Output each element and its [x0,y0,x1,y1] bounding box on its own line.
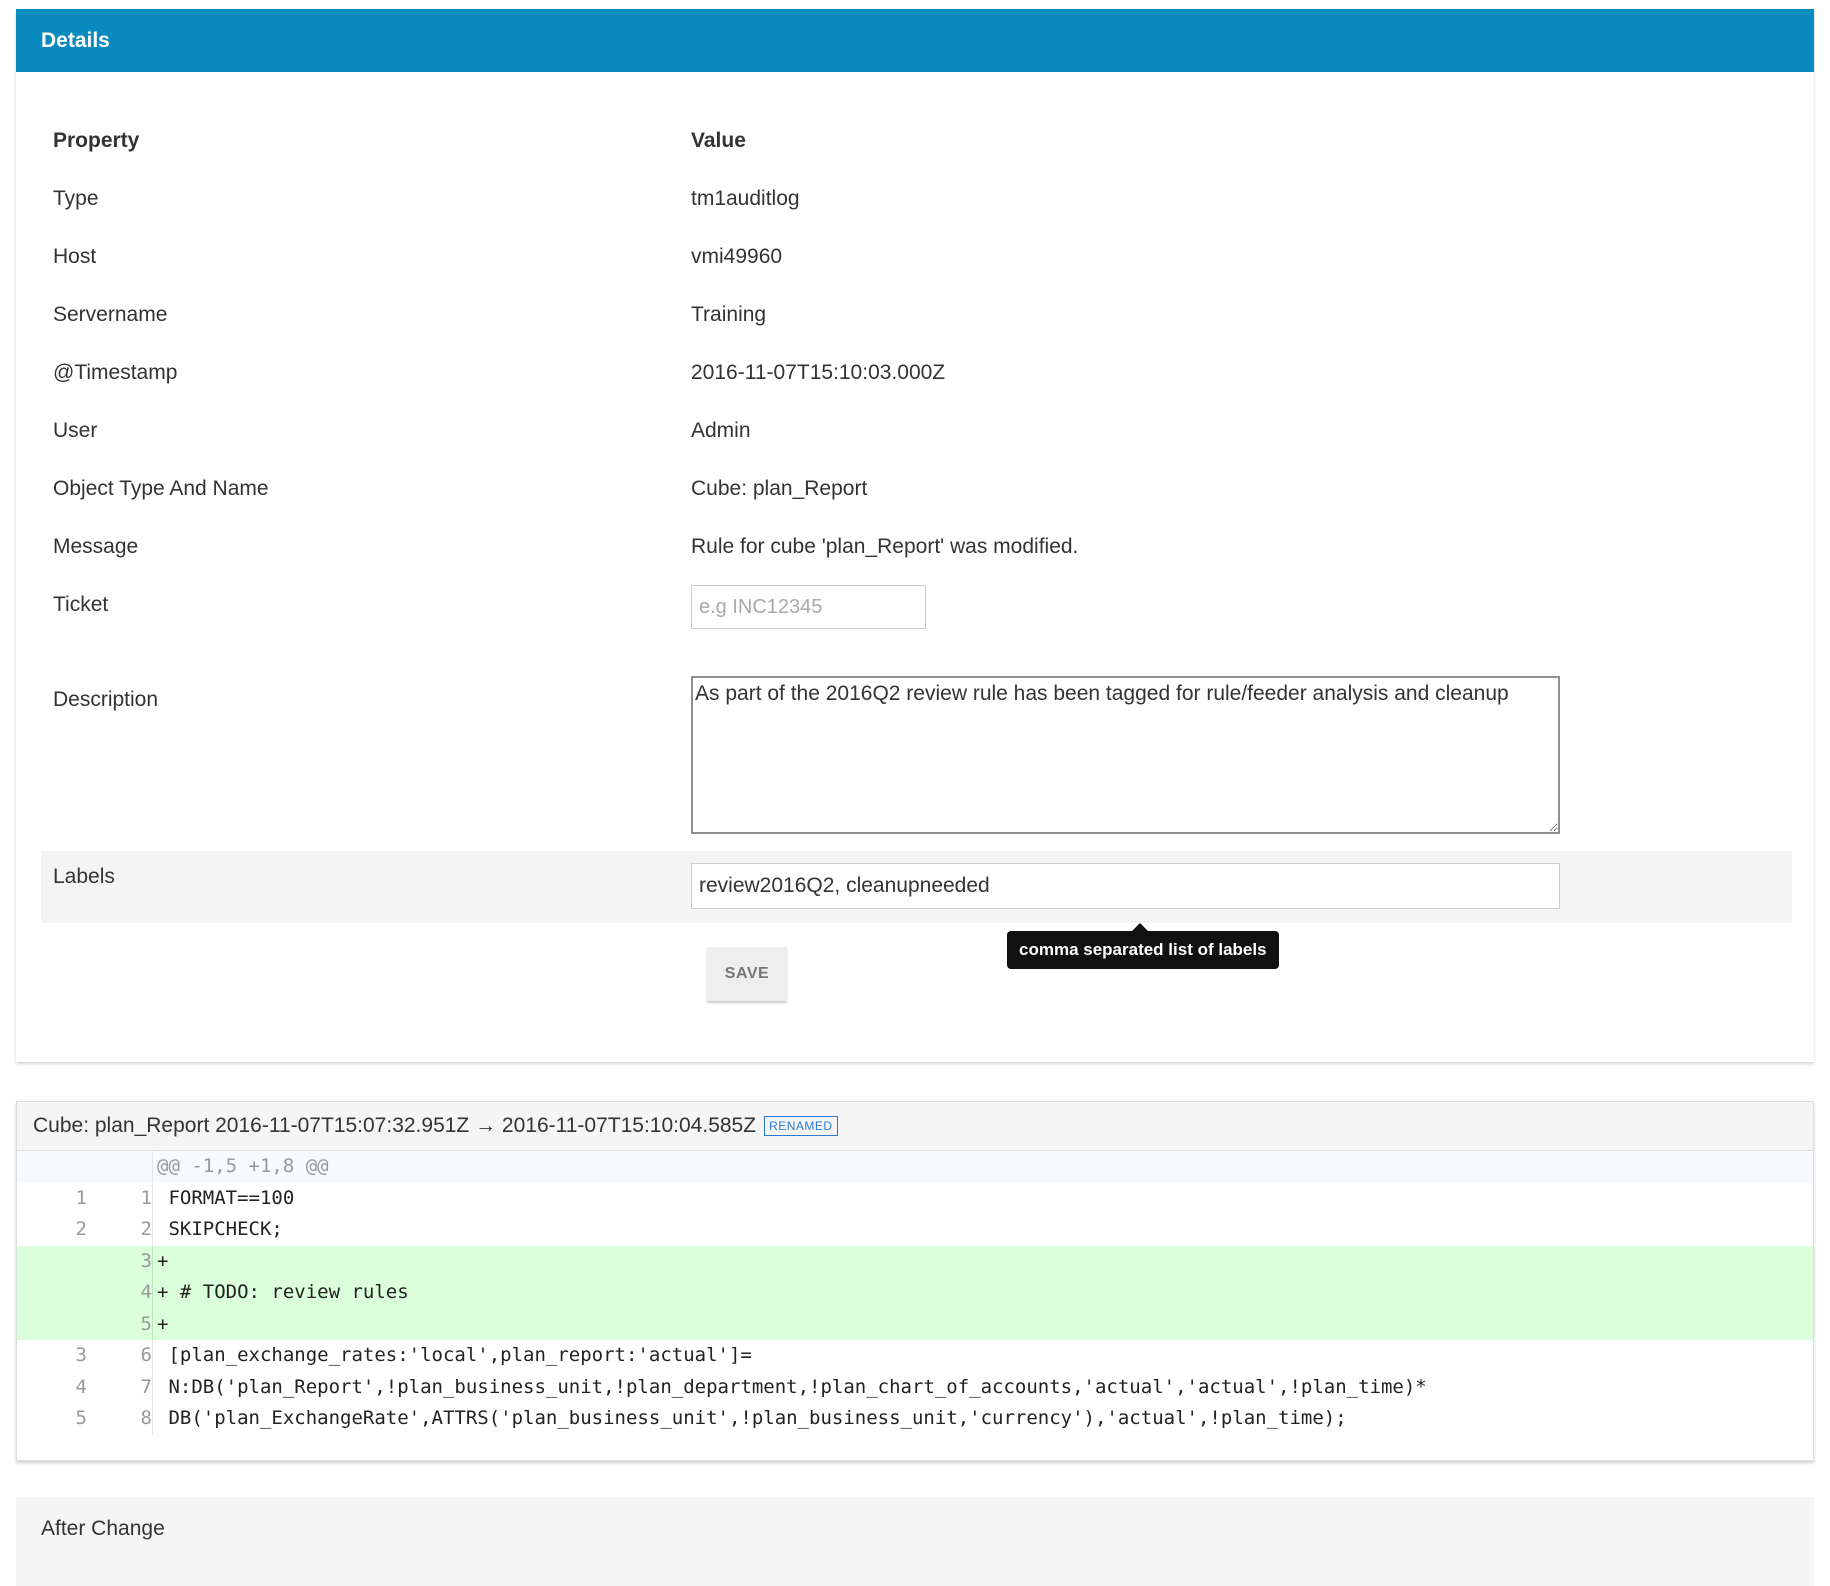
property-value: Cube: plan_Report [691,477,868,500]
old-line-number: 2 [75,1218,87,1240]
old-line-number: 3 [75,1344,87,1366]
table-row: Host vmi49960 [41,231,1792,289]
diff-title: Cube: plan_Report 2016-11-07T15:07:32.95… [33,1114,757,1137]
table-row: Type tm1auditlog [41,173,1792,231]
new-line-number: 6 [87,1340,153,1372]
old-line-number [17,1277,87,1309]
value-column-header: Value [691,129,746,152]
old-line-number [17,1246,87,1278]
save-button[interactable]: SAVE [707,947,787,1001]
ticket-input[interactable] [691,585,926,629]
table-row: Object Type And Name Cube: plan_Report [41,463,1792,521]
property-key: @Timestamp [53,361,178,384]
property-key: Message [53,535,139,558]
after-change-panel: After Change [16,1497,1814,1586]
diff-line-code: SKIPCHECK; [157,1218,283,1240]
details-header: Details [16,9,1814,72]
after-change-title: After Change [41,1516,165,1540]
old-line-number: 5 [75,1407,87,1429]
new-line-number: 2 [87,1214,153,1246]
diff-line-added: 4 + # TODO: review rules [17,1277,1813,1309]
property-value: vmi49960 [691,245,783,268]
old-line-number [17,1309,87,1341]
details-title: Details [41,28,110,52]
property-value: 2016-11-07T15:10:03.000Z [691,361,946,384]
labels-input[interactable] [691,863,1560,909]
diff-line-added: 3 + [17,1245,1813,1278]
diff-panel: Cube: plan_Report 2016-11-07T15:07:32.95… [16,1101,1814,1461]
description-row: Description As part of the 2016Q2 review… [41,676,1792,834]
diff-line-code: + [157,1249,169,1272]
diff-line-code: FORMAT==100 [157,1186,295,1209]
table-row: @Timestamp 2016-11-07T15:10:03.000Z [41,347,1792,405]
property-value: tm1auditlog [691,187,800,210]
table-row: Message Rule for cube 'plan_Report' was … [41,521,1792,579]
diff-line: 3 6 [plan_exchange_rates:'local',plan_re… [17,1340,1813,1372]
details-panel: Details Property Value Type tm1auditlog … [16,9,1814,1062]
diff-line: 2 2 SKIPCHECK; [17,1214,1813,1246]
property-key: User [53,419,98,442]
new-line-number: 8 [87,1403,153,1435]
diff-line: 5 8 DB('plan_ExchangeRate',ATTRS('plan_b… [17,1403,1813,1435]
diff-line-code: N:DB('plan_Report',!plan_business_unit,!… [157,1375,1427,1398]
description-label: Description [53,688,159,711]
old-line-number: 4 [75,1375,87,1398]
new-line-number: 5 [87,1308,153,1340]
property-key: Host [53,245,97,268]
labels-label: Labels [53,865,115,888]
property-key: Type [53,187,99,210]
new-line-number: 7 [87,1371,153,1403]
details-table-header: Property Value [41,115,1792,173]
diff-line-code: + # TODO: review rules [157,1281,409,1303]
property-key: Object Type And Name [53,477,269,500]
property-value: Training [691,303,767,326]
diff-line-code: + [157,1312,169,1335]
renamed-badge: RENAMED [764,1116,838,1136]
ticket-row: Ticket [41,579,1792,651]
old-line-number: 1 [75,1186,87,1209]
diff-line-code: [plan_exchange_rates:'local',plan_report… [157,1344,752,1366]
property-column-header: Property [53,129,140,152]
ticket-label: Ticket [53,593,109,616]
property-value: Rule for cube 'plan_Report' was modified… [691,535,1079,558]
diff-line: 1 1 FORMAT==100 [17,1182,1813,1214]
labels-tooltip: comma separated list of labels [1007,923,1279,969]
property-key: Servername [53,303,168,326]
description-textarea[interactable]: As part of the 2016Q2 review rule has be… [691,676,1560,834]
diff-line: 4 7 N:DB('plan_Report',!plan_business_un… [17,1371,1813,1403]
table-row: Servername Training [41,289,1792,347]
diff-table: @@ -1,5 +1,8 @@ 1 1 FORMAT==100 2 2 SKIP… [17,1151,1813,1435]
diff-hunk-header: @@ -1,5 +1,8 @@ [17,1151,1813,1183]
diff-header: Cube: plan_Report 2016-11-07T15:07:32.95… [17,1102,1813,1151]
diff-line-code: DB('plan_ExchangeRate',ATTRS('plan_busin… [157,1407,1347,1429]
new-line-number: 4 [87,1277,153,1309]
table-row: User Admin [41,405,1792,463]
hunk-text: @@ -1,5 +1,8 @@ [157,1155,329,1177]
new-line-number: 3 [87,1245,153,1277]
property-value: Admin [691,419,751,442]
labels-row: Labels [41,851,1792,923]
after-change-header: After Change [16,1497,1814,1560]
new-line-number: 1 [87,1182,153,1214]
diff-line-added: 5 + [17,1308,1813,1341]
